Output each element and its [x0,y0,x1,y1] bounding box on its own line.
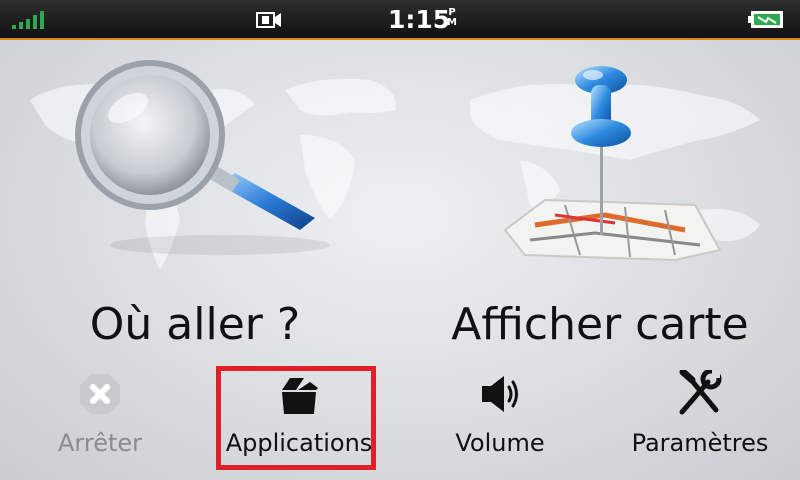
where-to-button[interactable]: Où aller ? [40,60,380,360]
stop-label: Arrêter [57,429,142,457]
clock-time: 1:15 [388,5,451,34]
view-map-label: Afficher carte [451,299,749,350]
signal-bars-icon [12,11,44,29]
map-pin-icon [503,66,722,262]
stop-x-icon [80,374,120,414]
where-to-label: Où aller ? [89,299,301,350]
status-bar: 1:15 P M [0,0,800,40]
settings-button[interactable]: Paramètres [620,360,780,475]
clock-ampm: P M [447,7,457,28]
view-map-button[interactable]: Afficher carte [430,55,770,355]
volume-button[interactable]: Volume [430,360,570,475]
video-camera-icon [256,12,281,28]
stop-button[interactable]: Arrêter [30,360,170,475]
settings-label: Paramètres [631,429,769,457]
speaker-icon [482,376,518,412]
magnifying-glass-icon [75,60,330,255]
volume-label: Volume [455,429,545,457]
wrench-screwdriver-icon [679,370,722,415]
selection-highlight [216,366,376,470]
battery-charging-icon [748,11,783,28]
